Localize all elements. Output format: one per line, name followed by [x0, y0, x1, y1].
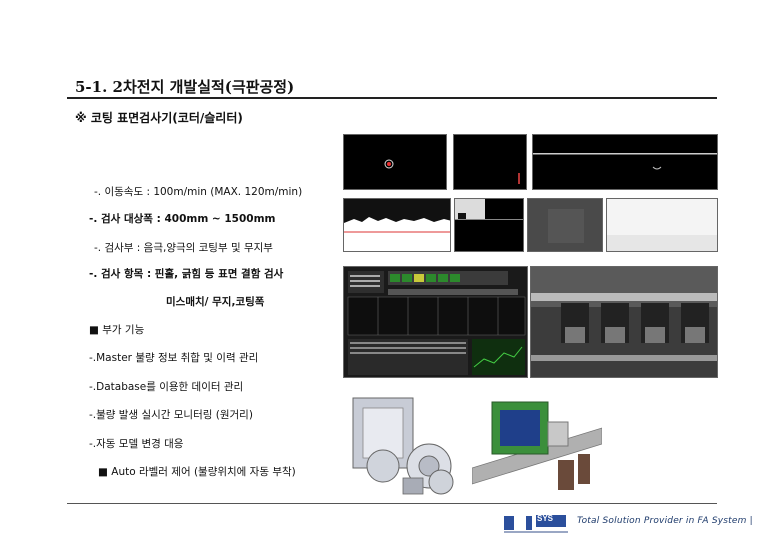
edge-trace-icon — [533, 153, 717, 170]
page-title: 5-1. 2차전지 개발실적(극판공정) — [75, 78, 295, 96]
inspection-image-3 — [532, 134, 718, 190]
sys-logo-icon — [504, 515, 568, 533]
spec-line-items-cont: 미스매치/ 무지,코팅폭 — [166, 296, 265, 308]
inspection-image-7 — [606, 198, 718, 252]
labeler-machine-photo — [343, 388, 465, 498]
white-surface-icon — [607, 199, 717, 251]
feature-line-labeler: ■ Auto 라벨러 제어 (불량위치에 자동 부착) — [98, 466, 296, 478]
spec-line-area: -. 검사부 : 음극,양극의 코팅부 및 무지부 — [94, 242, 273, 254]
labeler-3d-icon — [352, 397, 454, 495]
features-header: ■ 부가 기능 — [89, 324, 145, 336]
camera-rig-icon — [531, 267, 717, 377]
spec-line-items: -. 검사 항목 : 핀홀, 긁힘 등 표면 결함 검사 — [89, 268, 284, 280]
conveyor-labeler-photo — [471, 388, 603, 500]
feature-line-model-change: -.자동 모델 변경 대응 — [89, 438, 184, 450]
spec-line-speed: -. 이동속도 : 100m/min (MAX. 120m/min) — [94, 186, 303, 198]
inspection-machine-photo — [530, 266, 718, 378]
section-subtitle: ※ 코팅 표면검사기(코터/슬리터) — [75, 111, 243, 125]
company-logo — [504, 512, 568, 534]
footer-divider — [67, 503, 717, 504]
coating-edge-icon — [344, 199, 450, 233]
gray-surface-icon — [528, 199, 602, 251]
inspection-image-2 — [453, 134, 527, 190]
inspection-image-4 — [343, 198, 451, 252]
scratch-line-icon — [518, 173, 520, 184]
feature-line-master: -.Master 불량 정보 취합 및 이력 관리 — [89, 352, 259, 364]
footer-tagline: Total Solution Provider in FA System | — [577, 516, 753, 526]
inspection-image-5 — [454, 198, 524, 252]
feature-line-database: -.Database를 이용한 데이터 관리 — [89, 381, 244, 393]
software-ui-icon — [344, 267, 527, 377]
spec-line-width: -. 검사 대상폭 : 400mm ~ 1500mm — [89, 213, 276, 225]
inspection-image-1 — [343, 134, 447, 190]
inspection-software-screenshot — [343, 266, 528, 378]
logo-text: SYS — [537, 514, 554, 523]
inspection-image-6 — [527, 198, 603, 252]
edge-pattern-icon — [455, 199, 523, 220]
conveyor-3d-icon — [471, 401, 603, 490]
defect-marker-icon — [384, 159, 394, 169]
feature-line-monitoring: -.불량 발생 실시간 모니터링 (원거리) — [89, 409, 253, 421]
title-divider — [67, 97, 717, 99]
